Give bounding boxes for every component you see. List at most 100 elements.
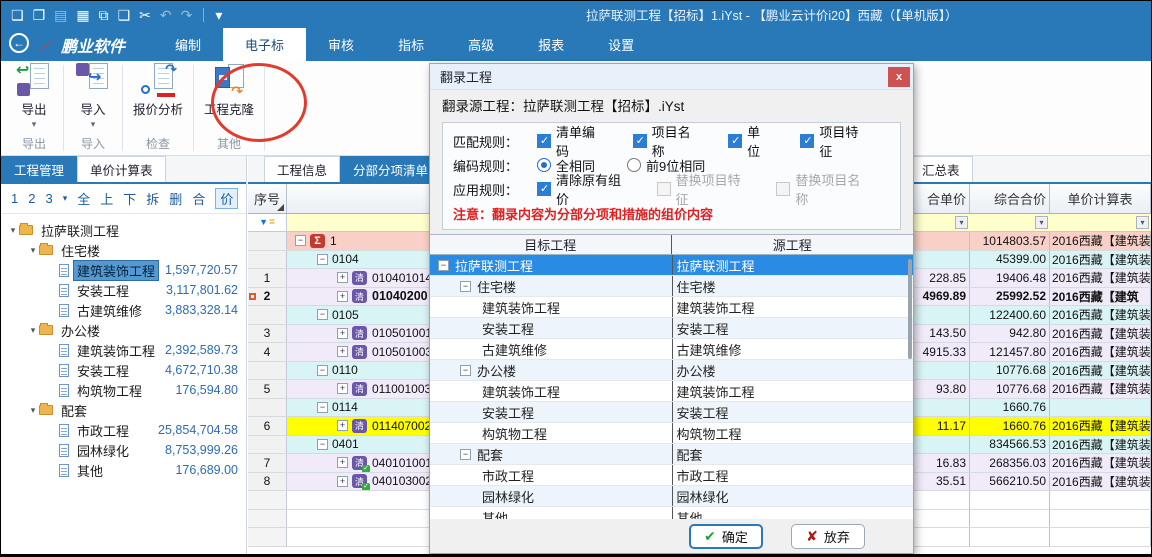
ribbon-tab-高级[interactable]: 高级 xyxy=(446,28,516,61)
filter-dropdown-icon[interactable]: ▾ xyxy=(955,216,968,229)
collapse-icon[interactable]: − xyxy=(460,281,471,292)
summary-row[interactable]: 834566.532016西藏【建筑装 xyxy=(907,436,1151,455)
summary-row[interactable] xyxy=(907,491,1151,510)
apply-rule-option-替换项目特征[interactable]: 替换项目特征 xyxy=(657,170,745,208)
tree-item-其他[interactable]: 其他176,689.00 xyxy=(1,460,246,480)
tree-item-市政工程[interactable]: 市政工程25,854,704.58 xyxy=(1,420,246,440)
summary-row[interactable]: 35.51566210.502016西藏【建筑装 xyxy=(907,473,1151,492)
total-filter-input[interactable]: ▾ xyxy=(970,214,1050,231)
redo-icon[interactable]: ↷ xyxy=(181,8,193,22)
chevron-down-icon[interactable]: ▾ xyxy=(7,225,19,236)
dropdown-arrow-icon[interactable]: ▾ xyxy=(91,119,96,130)
mapping-row[interactable]: 建筑装饰工程建筑装饰工程 xyxy=(430,297,913,318)
summary-row[interactable]: 45399.002016西藏【建筑装 xyxy=(907,251,1151,270)
summary-row[interactable]: 122400.602016西藏【建筑装 xyxy=(907,306,1151,325)
collapse-icon[interactable]: − xyxy=(460,449,471,460)
expand-icon[interactable]: + xyxy=(337,457,348,468)
tree-tool-价[interactable]: 价 xyxy=(215,188,238,209)
scrollbar-thumb[interactable] xyxy=(908,259,912,359)
mapping-row[interactable]: 其他其他 xyxy=(430,507,913,519)
tree-tool-▾[interactable]: ▾ xyxy=(63,193,68,204)
chevron-down-icon[interactable]: ▾ xyxy=(27,405,39,416)
tab-summary-table[interactable]: 汇总表 xyxy=(909,156,973,182)
chevron-down-icon[interactable]: ▾ xyxy=(27,245,39,256)
apply-rule-option-清除原有组价[interactable]: 清除原有组价 xyxy=(537,170,625,208)
tree-item-住宅楼[interactable]: ▾住宅楼 xyxy=(1,240,246,260)
column-header-seq[interactable]: 序号 xyxy=(248,184,287,213)
expand-icon[interactable]: + xyxy=(337,328,348,339)
undo-icon[interactable]: ↶ xyxy=(160,8,172,22)
expand-icon[interactable]: + xyxy=(337,272,348,283)
column-header-unit-price[interactable]: 合单价 xyxy=(907,184,970,213)
mapping-row[interactable]: 古建筑维修古建筑维修 xyxy=(430,339,913,360)
match-rule-option-项目名称[interactable]: 项目名称 xyxy=(633,122,697,160)
mapping-row[interactable]: 安装工程安装工程 xyxy=(430,402,913,423)
tree-tool-下[interactable]: 下 xyxy=(123,189,136,208)
save-as-icon[interactable]: ▦ xyxy=(76,8,89,22)
tree-tool-全[interactable]: 全 xyxy=(77,189,90,208)
collapse-icon[interactable]: − xyxy=(317,402,328,413)
dialog-title-bar[interactable]: 翻录工程 x xyxy=(430,64,913,90)
expand-icon[interactable]: + xyxy=(337,476,348,487)
tree-item-配套[interactable]: ▾配套 xyxy=(1,400,246,420)
confirm-button[interactable]: ✔ 确定 xyxy=(689,524,763,549)
radio-icon[interactable] xyxy=(627,158,641,172)
match-rule-option-单位[interactable]: 单位 xyxy=(728,122,768,160)
summary-row[interactable]: 16.83268356.032016西藏【建筑装 xyxy=(907,454,1151,473)
back-icon[interactable]: ← xyxy=(9,33,29,53)
expand-icon[interactable]: + xyxy=(337,383,348,394)
ribbon-button-导出[interactable]: ↩导出▾ xyxy=(11,61,57,131)
dropdown-arrow-icon[interactable]: ▾ xyxy=(32,119,37,130)
filter-dropdown-icon[interactable]: ▾ xyxy=(1136,216,1149,229)
tree-item-拉萨联测工程[interactable]: ▾拉萨联测工程 xyxy=(1,220,246,240)
tab-单价计算表[interactable]: 单价计算表 xyxy=(77,156,166,182)
mapping-row[interactable]: 构筑物工程构筑物工程 xyxy=(430,423,913,444)
tab-工程信息[interactable]: 工程信息 xyxy=(264,156,340,182)
tree-tool-拆[interactable]: 拆 xyxy=(146,189,159,208)
tree-tool-2[interactable]: 2 xyxy=(28,191,35,206)
tree-item-构筑物工程[interactable]: 构筑物工程176,594.80 xyxy=(1,380,246,400)
tree-item-建筑装饰工程[interactable]: 建筑装饰工程1,597,720.57 xyxy=(1,260,246,280)
tree-tool-上[interactable]: 上 xyxy=(100,189,113,208)
expand-icon[interactable]: + xyxy=(337,420,348,431)
tree-item-园林绿化[interactable]: 园林绿化8,753,999.26 xyxy=(1,440,246,460)
summary-row[interactable] xyxy=(907,528,1151,547)
ribbon-tab-编制[interactable]: 编制 xyxy=(153,28,223,61)
collapse-icon[interactable]: − xyxy=(317,439,328,450)
expand-icon[interactable]: + xyxy=(337,346,348,357)
filter-icon[interactable]: ▼= xyxy=(248,214,287,231)
summary-row[interactable] xyxy=(907,510,1151,529)
chevron-down-icon[interactable]: ▾ xyxy=(27,325,39,336)
summary-row[interactable]: 4915.33121457.802016西藏【建筑装 xyxy=(907,343,1151,362)
checkbox-icon[interactable] xyxy=(776,182,790,196)
checkbox-icon[interactable] xyxy=(537,134,551,148)
summary-row[interactable]: 10776.682016西藏【建筑装 xyxy=(907,362,1151,381)
unit-price-filter-input[interactable]: ▾ xyxy=(907,214,970,231)
tree-tool-删[interactable]: 删 xyxy=(169,189,182,208)
new-file-icon[interactable]: ❏ xyxy=(11,8,24,22)
cut-icon[interactable]: ✂ xyxy=(139,8,151,22)
collapse-icon[interactable]: − xyxy=(438,260,449,271)
ribbon-tab-电子标[interactable]: 电子标 xyxy=(223,28,306,61)
checkbox-icon[interactable] xyxy=(728,134,742,148)
collapse-icon[interactable]: − xyxy=(317,365,328,376)
mapping-row[interactable]: 市政工程市政工程 xyxy=(430,465,913,486)
ribbon-tab-审核[interactable]: 审核 xyxy=(306,28,376,61)
save-icon[interactable]: ▤ xyxy=(54,8,67,22)
tree-item-建筑装饰工程[interactable]: 建筑装饰工程2,392,589.73 xyxy=(1,340,246,360)
collapse-icon[interactable]: − xyxy=(317,254,328,265)
summary-row[interactable]: 4969.8925992.522016西藏【建筑 xyxy=(907,288,1151,307)
mapping-row[interactable]: −办公楼办公楼 xyxy=(430,360,913,381)
collapse-icon[interactable]: − xyxy=(317,309,328,320)
paste-icon[interactable]: ❑ xyxy=(118,8,131,22)
summary-row[interactable]: 1014803.572016西藏【建筑装 xyxy=(907,232,1151,251)
ribbon-tab-指标[interactable]: 指标 xyxy=(376,28,446,61)
summary-row[interactable]: 228.8519406.482016西藏【建筑装 xyxy=(907,269,1151,288)
summary-row[interactable]: 93.8010776.682016西藏【建筑装 xyxy=(907,380,1151,399)
tree-item-古建筑维修[interactable]: 古建筑维修3,883,328.14 xyxy=(1,300,246,320)
tree-tool-1[interactable]: 1 xyxy=(11,191,18,206)
checkbox-icon[interactable] xyxy=(657,182,671,196)
mapping-row[interactable]: −住宅楼住宅楼 xyxy=(430,276,913,297)
price-table-filter-input[interactable]: ▾ xyxy=(1050,214,1151,231)
tab-分部分项清单[interactable]: 分部分项清单 xyxy=(340,156,441,182)
